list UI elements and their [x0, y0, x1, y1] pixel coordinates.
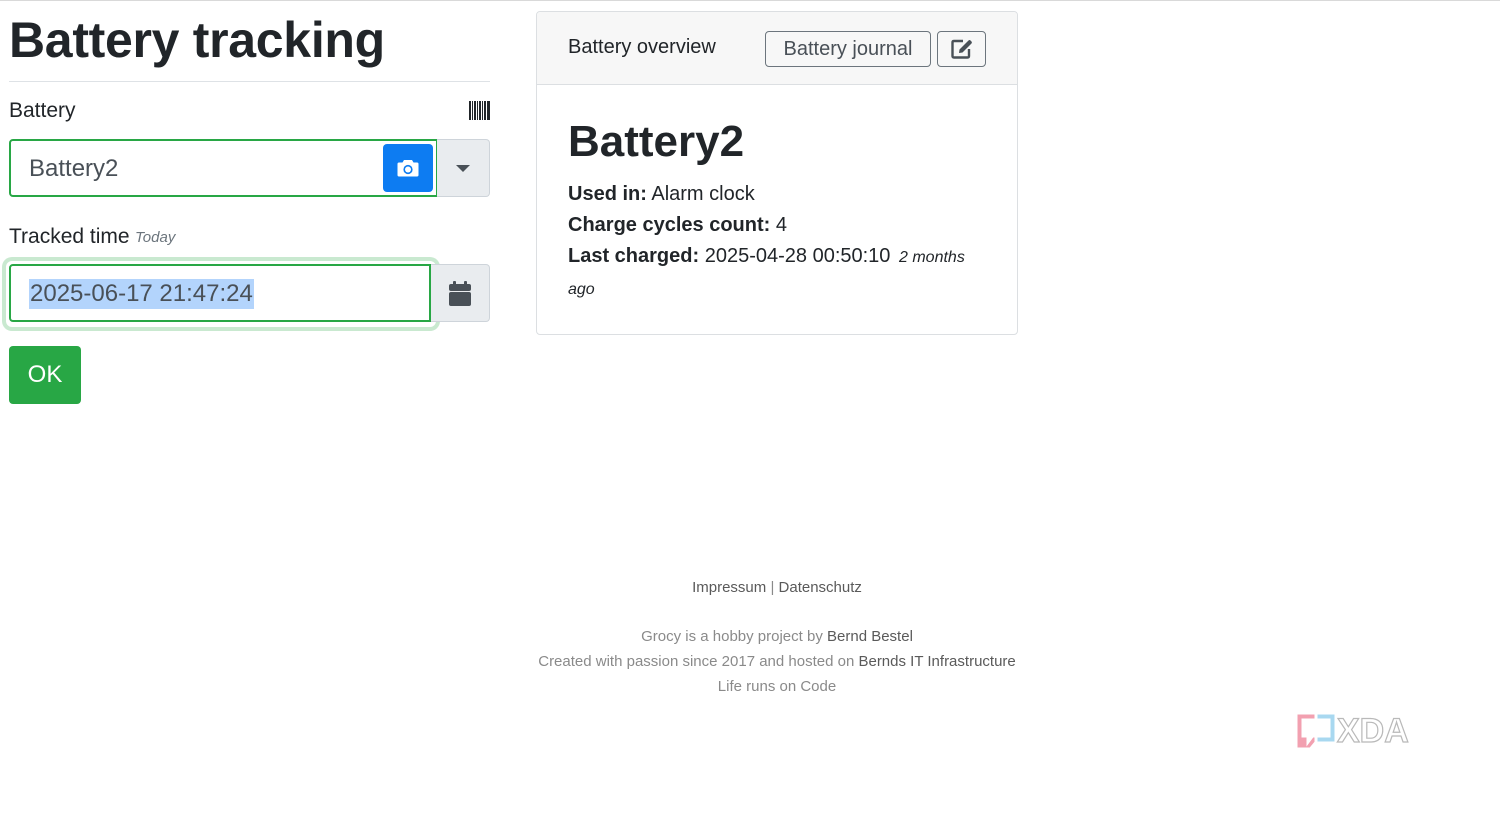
card-header-title: Battery overview: [568, 36, 716, 58]
calendar-button[interactable]: [431, 264, 490, 322]
last-charged-relative: 2 months: [899, 249, 965, 266]
last-charged-line: Last charged: 2025-04-28 00:50:10 2 mont…: [568, 243, 965, 271]
charge-cycles-value: 4: [775, 214, 787, 236]
battery-dropdown-toggle[interactable]: [437, 139, 490, 197]
tracked-time-label: Tracked time: [9, 225, 130, 248]
tracked-time-input[interactable]: 2025-06-17 21:47:24: [9, 264, 431, 322]
footer-created-text: Created with passion since 2017 and host…: [538, 653, 855, 670]
footer-tagline: Life runs on Code: [717, 678, 837, 695]
footer-separator: |: [770, 579, 775, 596]
used-in-value: Alarm clock: [651, 183, 755, 205]
battery-select-value: Battery2: [29, 155, 119, 182]
xda-watermark-text: XDA: [1337, 712, 1409, 750]
author-link[interactable]: Bernd Bestel: [827, 628, 913, 645]
barcode-icon[interactable]: [469, 101, 490, 120]
footer-hobby-line: Grocy is a hobby project by Bernd Bestel: [0, 624, 1500, 649]
footer-hobby-text: Grocy is a hobby project by: [641, 628, 823, 645]
top-border: [0, 0, 1500, 1]
charge-cycles-line: Charge cycles count: 4: [568, 212, 787, 238]
card-header: Battery overview Battery journal: [537, 12, 1017, 85]
datenschutz-link[interactable]: Datenschutz: [779, 579, 862, 596]
edit-icon: [950, 39, 972, 59]
impressum-link[interactable]: Impressum: [692, 579, 766, 596]
battery-overview-card: Battery overview Battery journal Battery…: [536, 11, 1018, 335]
battery-name: Battery2: [568, 117, 745, 166]
title-divider: [9, 81, 490, 82]
page-title: Battery tracking: [9, 12, 385, 68]
tracked-time-value: 2025-06-17 21:47:24: [29, 279, 254, 309]
tracked-time-hint: Today: [135, 229, 176, 246]
ok-button[interactable]: OK: [9, 346, 81, 404]
last-charged-label: Last charged:: [568, 245, 700, 267]
battery-label: Battery: [9, 99, 76, 122]
used-in-line: Used in: Alarm clock: [568, 181, 755, 207]
caret-down-icon: [456, 164, 470, 172]
edit-battery-button[interactable]: [937, 31, 986, 67]
last-charged-relative-ago: ago: [568, 281, 595, 298]
battery-journal-button[interactable]: Battery journal: [765, 31, 931, 67]
footer-created-line: Created with passion since 2017 and host…: [0, 649, 1500, 674]
camera-scan-button[interactable]: [383, 144, 433, 192]
camera-icon: [397, 160, 419, 177]
charge-cycles-label: Charge cycles count:: [568, 214, 771, 236]
last-charged-value: 2025-04-28 00:50:10: [704, 245, 891, 267]
footer-links: Impressum | Datenschutz: [0, 575, 1500, 600]
hosting-link[interactable]: Bernds IT Infrastructure: [858, 653, 1015, 670]
used-in-label: Used in:: [568, 183, 647, 205]
battery-select[interactable]: Battery2: [9, 139, 438, 197]
calendar-icon: [449, 280, 471, 306]
xda-watermark-logo: XDA: [1296, 711, 1409, 751]
